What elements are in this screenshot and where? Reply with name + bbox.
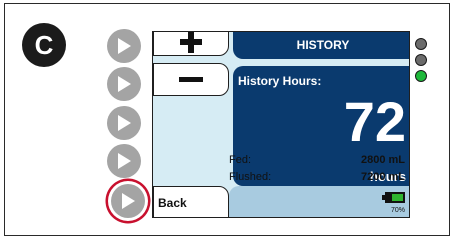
battery-icon <box>382 192 405 203</box>
fed-row: Fed: 2800 mL <box>229 152 405 168</box>
status-bar: 70% <box>229 186 409 217</box>
soft-key-1[interactable] <box>107 29 141 63</box>
fed-label: Fed: <box>229 154 252 166</box>
play-triangle-icon <box>122 193 135 209</box>
flushed-label: Flushed: <box>229 171 272 183</box>
history-hours-label: History Hours: <box>238 74 322 88</box>
battery-level-fill <box>392 194 403 201</box>
minus-icon <box>179 77 203 82</box>
status-led-1 <box>415 38 427 50</box>
play-triangle-icon <box>118 76 131 92</box>
play-triangle-icon <box>118 38 131 54</box>
minus-button[interactable] <box>153 63 229 96</box>
back-button-label: Back <box>158 195 187 210</box>
play-triangle-icon <box>118 153 131 169</box>
soft-key-4[interactable] <box>107 144 141 178</box>
battery-percent: 70% <box>390 207 405 214</box>
history-hours-value: 72 <box>343 90 406 153</box>
status-led-3 <box>415 70 427 82</box>
plus-icon <box>180 32 202 53</box>
soft-key-3[interactable] <box>107 106 141 140</box>
panel-label-badge: C <box>22 23 66 67</box>
status-led-2 <box>415 54 427 66</box>
screen-title-bar: HISTORY <box>233 32 409 59</box>
soft-key-back[interactable] <box>111 184 145 218</box>
play-triangle-icon <box>118 115 131 131</box>
back-button[interactable]: Back <box>153 186 229 217</box>
fed-value: 2800 mL <box>360 154 405 166</box>
history-hours-card: History Hours: 72 hours <box>233 66 409 186</box>
soft-key-2[interactable] <box>107 67 141 101</box>
screen-title: HISTORY <box>296 37 350 52</box>
flushed-row: Flushed: 7200 mL <box>229 169 405 185</box>
pump-display-screen: Back HISTORY History Hours: 72 hours Fed… <box>152 31 410 218</box>
flushed-value: 7200 mL <box>360 171 405 183</box>
plus-button[interactable] <box>153 32 229 56</box>
